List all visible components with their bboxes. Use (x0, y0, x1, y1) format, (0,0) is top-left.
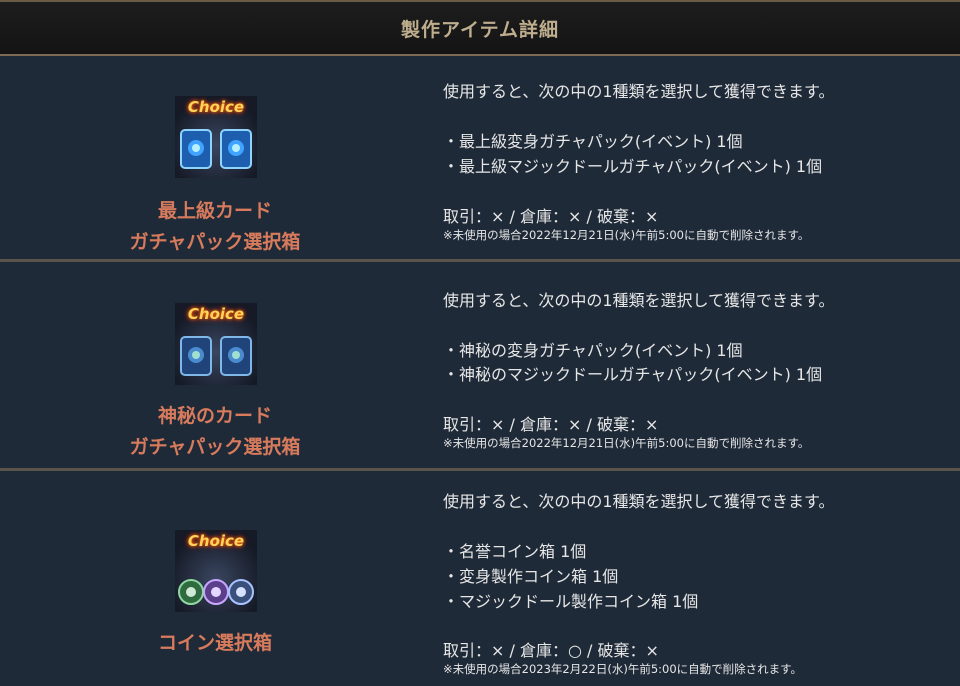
content-item: ・名誉コイン箱 1個 (443, 542, 587, 561)
table-row: Choice コイン選択箱 使用すると、次の中の1種類を選択して獲得できます。 … (0, 471, 960, 686)
trade-info: 取引：× / 倉庫：× / 破棄：× (443, 415, 659, 434)
table-header: 製作アイテム詳細 (0, 0, 960, 56)
content-item: ・最上級変身ガチャパック(イベント) 1個 (443, 132, 743, 151)
card-pack-box-icon: Choice (175, 96, 257, 178)
content-item: ・最上級マジックドールガチャパック(イベント) 1個 (443, 157, 823, 176)
table-row: Choice 最上級カード ガチャパック選択箱 使用すると、次の中の1種類を選択… (0, 56, 960, 262)
content-item: ・神秘のマジックドールガチャパック(イベント) 1個 (443, 365, 823, 384)
table-row: Choice 神秘のカード ガチャパック選択箱 使用すると、次の中の1種類を選択… (0, 262, 960, 471)
item-name: 最上級カード ガチャパック選択箱 (129, 200, 301, 253)
coin-box-icon: Choice (175, 530, 257, 612)
card-pack-box-icon: Choice (175, 303, 257, 385)
page-title: 製作アイテム詳細 (400, 18, 560, 41)
expiry-note: ※未使用の場合2022年12月21日(水)午前5:00に自動で削除されます。 (443, 436, 810, 450)
item-cell: Choice コイン選択箱 (0, 471, 430, 686)
trade-info: 取引：× / 倉庫：○ / 破棄：× (443, 641, 659, 660)
expiry-note: ※未使用の場合2023年2月22日(水)午前5:00に自動で削除されます。 (443, 662, 802, 676)
description-text: 使用すると、次の中の1種類を選択して獲得できます。 (443, 492, 835, 511)
item-cell: Choice 神秘のカード ガチャパック選択箱 (0, 262, 430, 468)
item-cell: Choice 最上級カード ガチャパック選択箱 (0, 56, 430, 259)
content-item: ・マジックドール製作コイン箱 1個 (443, 592, 699, 611)
item-name: 神秘のカード ガチャパック選択箱 (129, 405, 301, 458)
content-item: ・変身製作コイン箱 1個 (443, 567, 619, 586)
description-text: 使用すると、次の中の1種類を選択して獲得できます。 (443, 82, 835, 101)
content-item: ・神秘の変身ガチャパック(イベント) 1個 (443, 341, 743, 360)
trade-info: 取引：× / 倉庫：× / 破棄：× (443, 207, 659, 226)
item-name: コイン選択箱 (157, 632, 272, 654)
description-text: 使用すると、次の中の1種類を選択して獲得できます。 (443, 291, 835, 310)
expiry-note: ※未使用の場合2022年12月21日(水)午前5:00に自動で削除されます。 (443, 228, 810, 242)
